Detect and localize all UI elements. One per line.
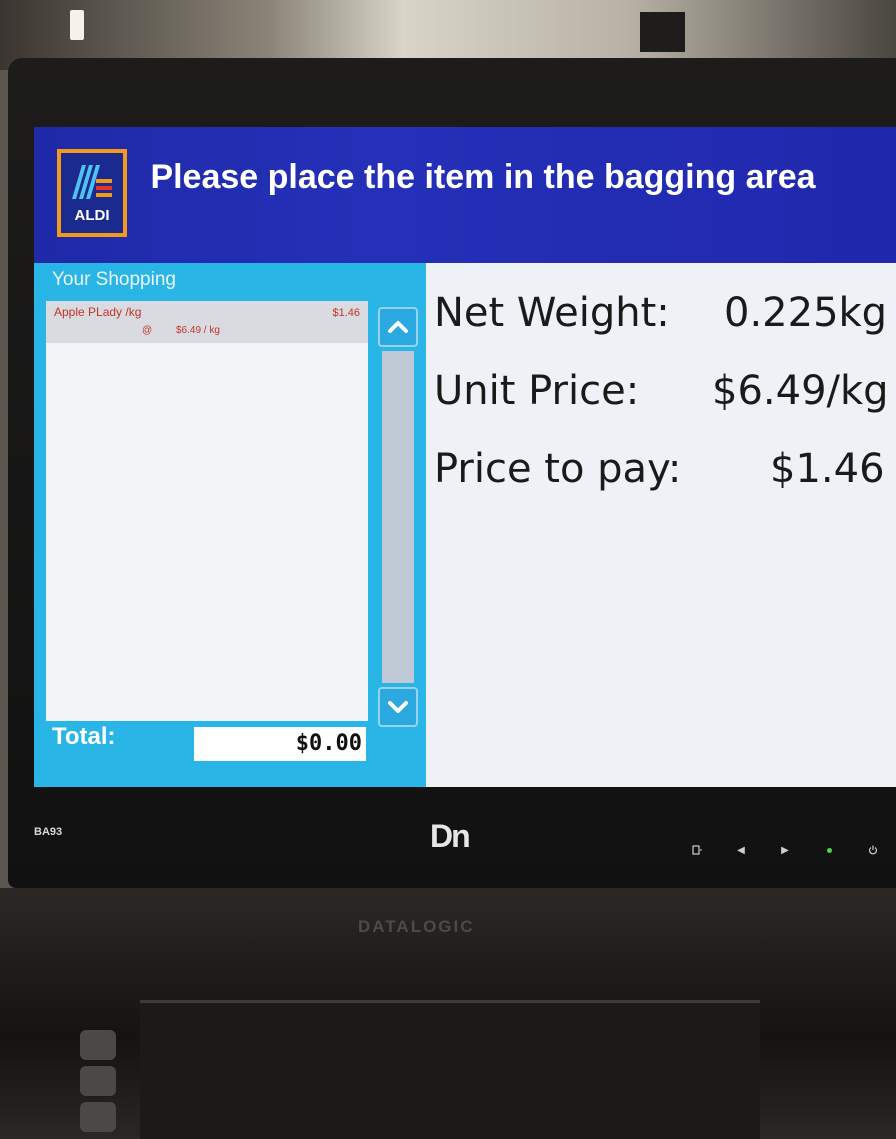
list-item[interactable]: Apple PLady /kg $1.46 @ $6.49 / kg — [46, 301, 368, 343]
list-scrollbar[interactable] — [378, 307, 418, 727]
net-weight-value: 0.225kg — [724, 290, 888, 336]
side-key-2[interactable] — [80, 1066, 116, 1096]
price-to-pay-row: Price to pay: $1.46 — [434, 439, 896, 499]
brand-logo: Dn — [430, 818, 471, 854]
total-label: Total: — [52, 723, 116, 750]
price-to-pay-value: $1.46 — [770, 446, 885, 492]
shopping-panel: Your Shopping Apple PLady /kg $1.46 @ $6… — [34, 263, 426, 787]
scroll-down-button[interactable] — [378, 687, 418, 727]
unit-price-label: Unit Price: — [434, 368, 640, 414]
menu-button-icon[interactable] — [690, 843, 704, 857]
scanner-brand: DATALOGIC — [358, 917, 475, 936]
item-at-symbol: @ — [142, 325, 153, 336]
page-title: Please place the item in the bagging are… — [150, 158, 816, 196]
net-weight-row: Net Weight: 0.225kg — [434, 283, 896, 343]
power-led-icon — [822, 843, 836, 857]
logo-text: ALDI — [74, 207, 110, 224]
scroll-up-button[interactable] — [378, 307, 418, 347]
item-name: Apple PLady /kg — [54, 305, 142, 319]
arrow-left-icon[interactable]: ◀ — [734, 843, 748, 857]
side-key-1[interactable] — [80, 1030, 116, 1060]
scroll-track[interactable] — [382, 351, 414, 683]
price-to-pay-label: Price to pay: — [434, 446, 682, 492]
aldi-stripes-icon — [72, 165, 112, 199]
arrow-right-icon[interactable]: ▶ — [778, 843, 792, 857]
bezel-buttons: ◀ ▶ — [690, 843, 880, 857]
item-details-panel: Net Weight: 0.225kg Unit Price: $6.49/kg… — [426, 263, 896, 787]
power-button-icon[interactable] — [866, 843, 880, 857]
side-key-3[interactable] — [80, 1102, 116, 1132]
net-weight-label: Net Weight: — [434, 290, 670, 336]
model-label: BA93 — [34, 826, 63, 838]
item-unit-price: $6.49 / kg — [176, 325, 220, 336]
shopping-title: Your Shopping — [52, 269, 176, 290]
ceiling-light — [70, 10, 84, 40]
item-price: $1.46 — [332, 307, 360, 319]
ceiling-fixture — [640, 12, 685, 52]
aldi-logo: ALDI — [57, 149, 127, 237]
total-value: $0.00 — [194, 727, 366, 761]
header-bar: ALDI Please place the item in the baggin… — [34, 127, 896, 263]
unit-price-row: Unit Price: $6.49/kg — [434, 361, 896, 421]
chevron-up-icon — [388, 321, 408, 333]
unit-price-value: $6.49/kg — [712, 368, 889, 414]
chevron-down-icon — [388, 701, 408, 713]
kiosk-screen: ALDI Please place the item in the baggin… — [34, 127, 896, 787]
shopping-list[interactable]: Apple PLady /kg $1.46 @ $6.49 / kg — [46, 301, 368, 721]
scanner-window — [140, 1000, 760, 1139]
